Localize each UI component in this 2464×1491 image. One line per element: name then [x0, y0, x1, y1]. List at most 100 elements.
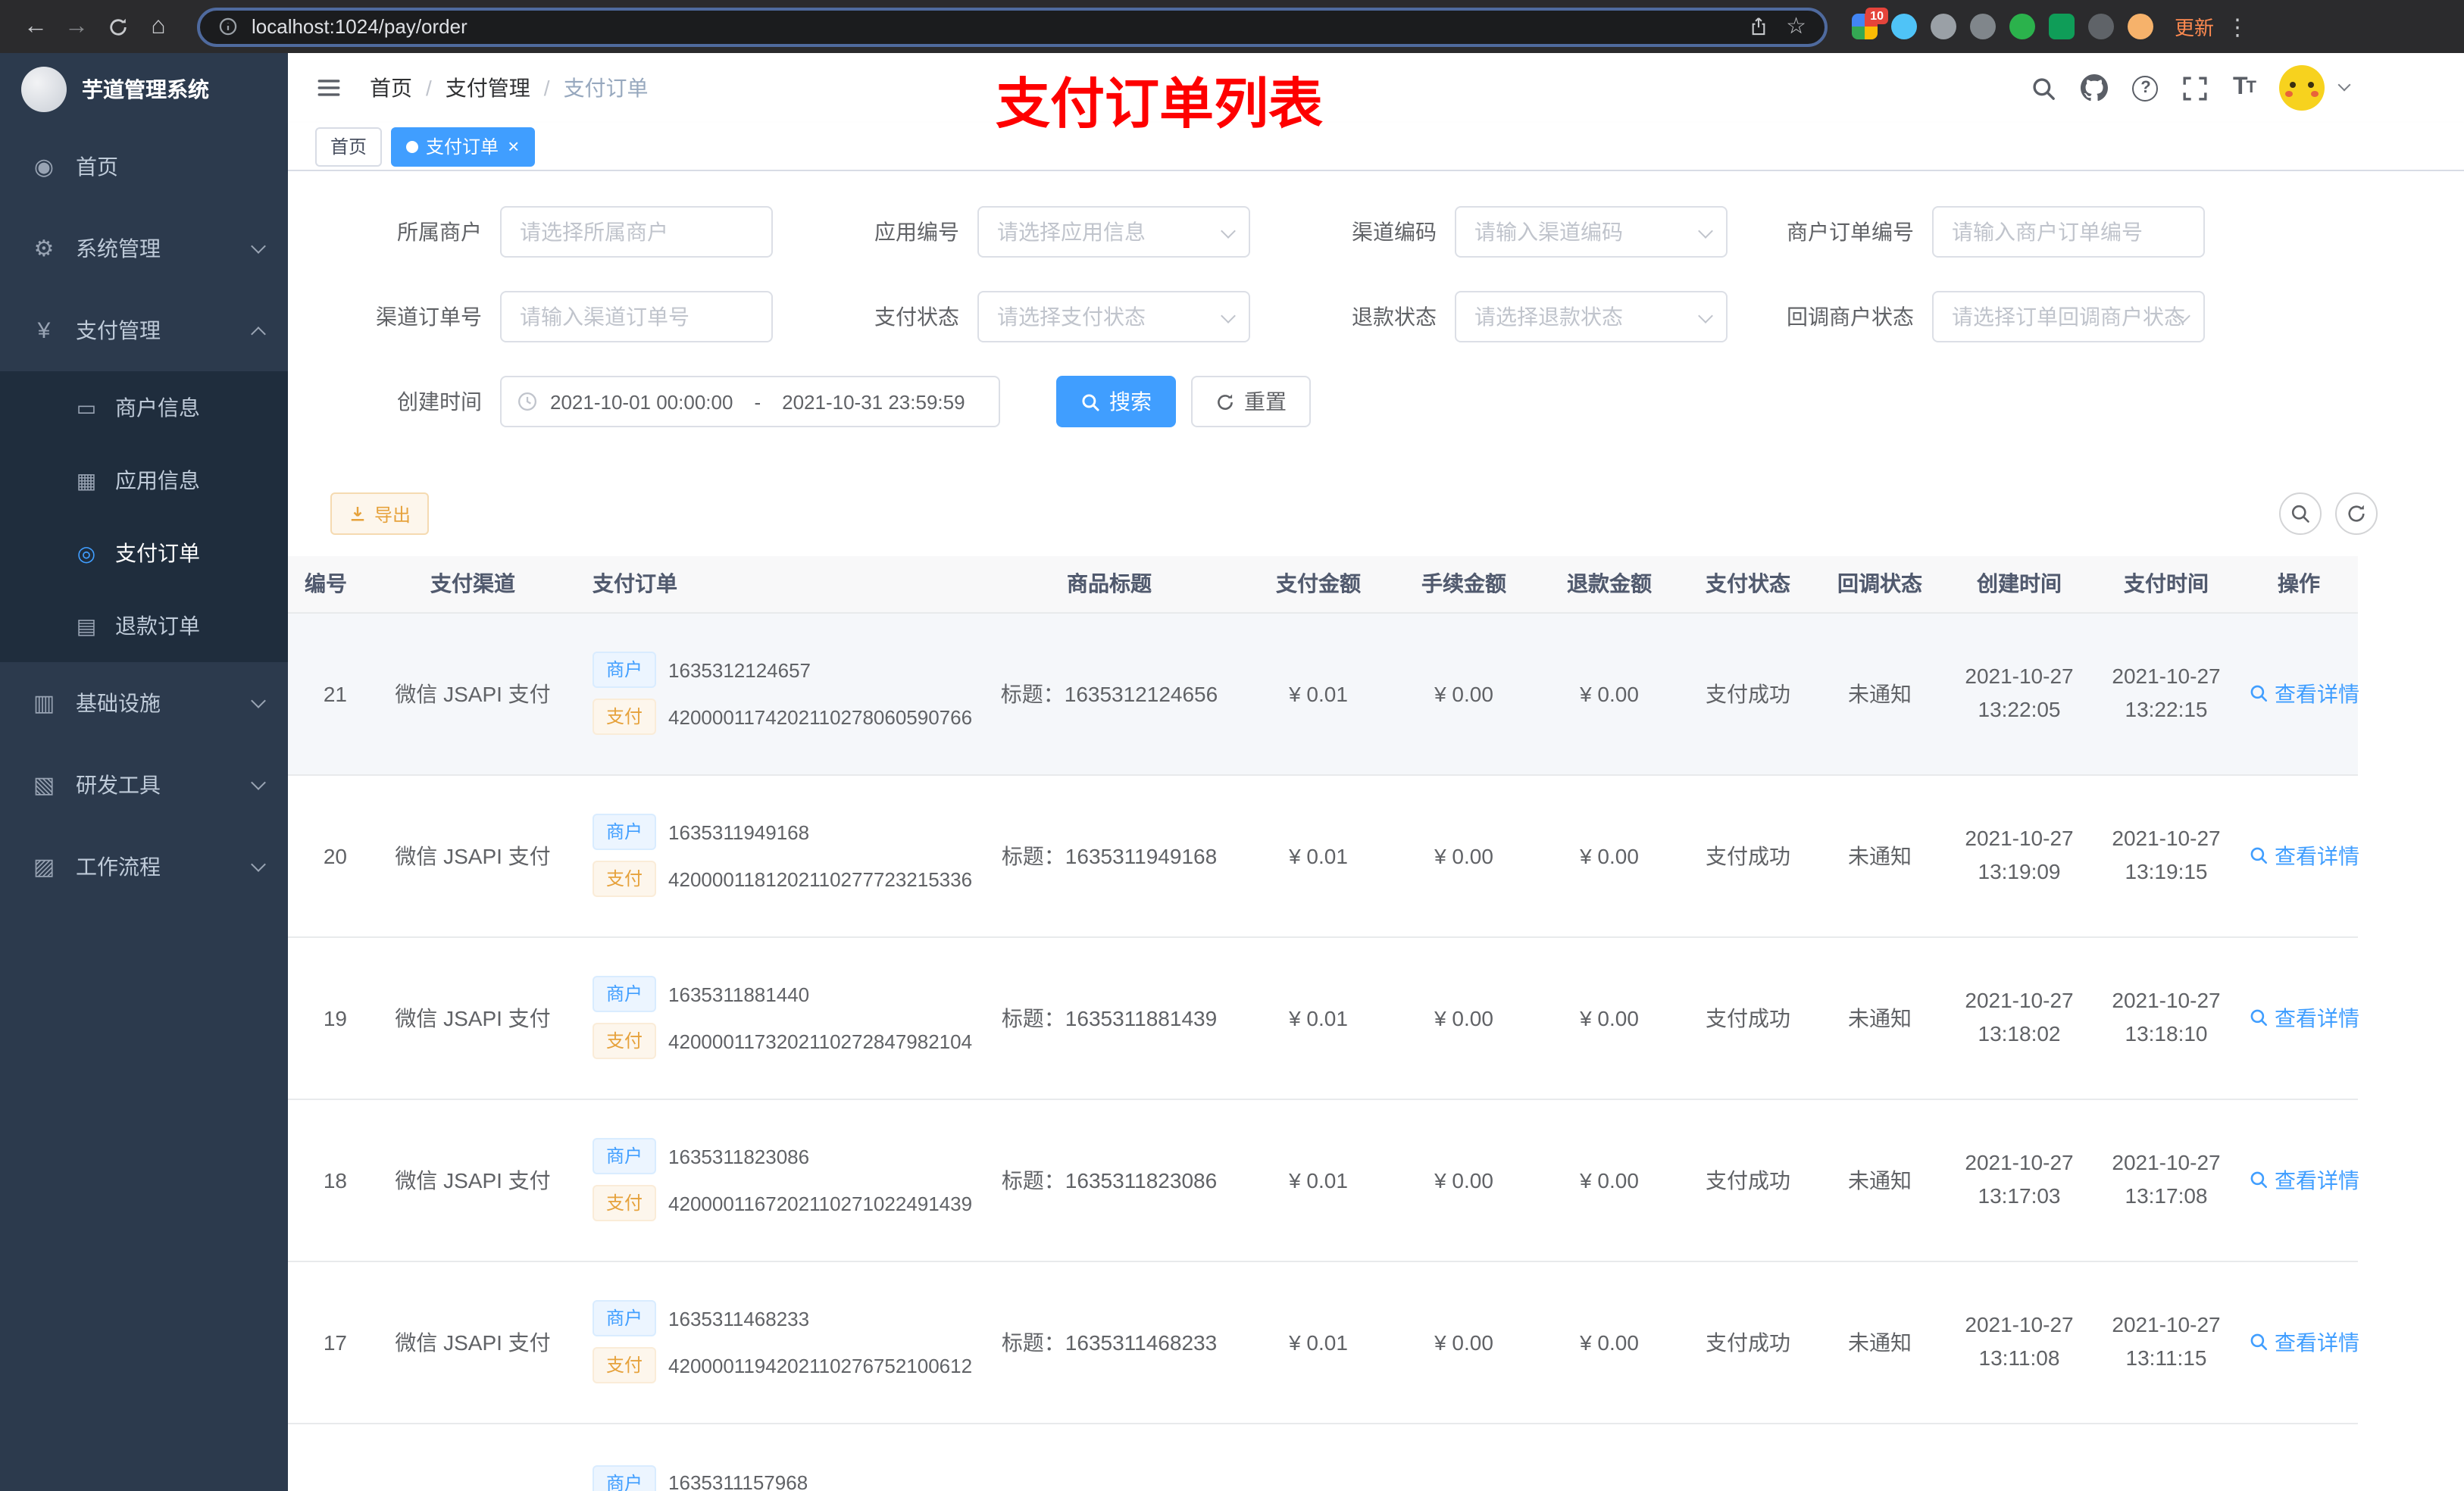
extension-icon[interactable]: 10	[1852, 8, 1888, 39]
sidebar-item-pay-order[interactable]: ◎ 支付订单	[0, 517, 288, 589]
notify-status-select[interactable]	[1932, 291, 2205, 342]
sidebar-item-workflow[interactable]: ▨ 工作流程	[0, 826, 288, 908]
table-row: 20 微信 JSAPI 支付 商户 1635311949168 支付 42000…	[288, 774, 2359, 937]
target-icon: ◎	[77, 540, 96, 564]
clock-icon	[517, 391, 538, 412]
toggle-search-button[interactable]	[2279, 492, 2322, 535]
refund-status-select[interactable]	[1455, 291, 1728, 342]
status-cell: 支付成功	[1682, 774, 1814, 937]
active-dot-icon	[406, 140, 419, 152]
share-icon[interactable]	[1748, 17, 1768, 36]
view-detail-link[interactable]: 查看详情	[2249, 1002, 2359, 1033]
github-icon[interactable]	[2081, 74, 2109, 102]
browser-menu-icon[interactable]: ⋮	[2226, 13, 2249, 40]
channel-cell: 微信 JSAPI 支付	[359, 1099, 586, 1261]
address-bar[interactable]: localhost:1024/pay/order ☆	[197, 7, 1828, 46]
extension-icon[interactable]	[1970, 14, 1996, 39]
help-icon[interactable]: ?	[2132, 75, 2159, 101]
merchant-order-no-input[interactable]	[1932, 206, 2205, 258]
action-cell: 查看详情	[2240, 1261, 2359, 1424]
amount-cell	[1246, 1423, 1391, 1491]
sidebar-item-merchant-info[interactable]: ▭ 商户信息	[0, 371, 288, 444]
title-cell: 标题：1635311823086	[973, 1099, 1246, 1261]
sidebar-item-app-info[interactable]: ▦ 应用信息	[0, 444, 288, 517]
browser-refresh-icon[interactable]	[97, 6, 138, 47]
browser-back-icon[interactable]: ←	[15, 6, 56, 47]
sidebar-item-payment[interactable]: ¥ 支付管理	[0, 289, 288, 371]
action-cell: 查看详情	[2240, 612, 2359, 775]
search-icon[interactable]	[2031, 75, 2057, 101]
view-detail-link[interactable]: 查看详情	[2249, 840, 2359, 871]
tab-pay-order[interactable]: 支付订单 ×	[391, 127, 535, 166]
pay-order-line: 支付 4200001167202110271022491439	[593, 1185, 972, 1221]
browser-home-icon[interactable]: ⌂	[138, 6, 179, 47]
sidebar-item-dev-tools[interactable]: ▧ 研发工具	[0, 744, 288, 826]
pay-tag: 支付	[593, 1347, 657, 1383]
date-range-picker[interactable]: 2021-10-01 00:00:00 - 2021-10-31 23:59:5…	[500, 376, 1000, 427]
filter-pay-status: 支付状态	[808, 291, 1250, 342]
view-detail-link[interactable]: 查看详情	[2249, 1164, 2359, 1195]
tab-close-icon[interactable]: ×	[508, 136, 519, 156]
created-time-cell: 2021-10-27 13:18:02	[1946, 936, 2093, 1099]
title-cell: 标题：1635311468233	[973, 1261, 1246, 1424]
merchant-tag: 商户	[593, 814, 657, 850]
refresh-table-button[interactable]	[2335, 492, 2378, 535]
col-channel: 支付渠道	[359, 556, 586, 613]
extension-icon[interactable]	[1891, 14, 1917, 39]
merchant-select[interactable]	[500, 206, 773, 258]
merchant-order-line: 商户 1635311468233	[593, 1300, 964, 1336]
filter-channel-code: 渠道编码	[1285, 206, 1728, 258]
extension-icon[interactable]	[2009, 14, 2035, 39]
export-button[interactable]: 导出	[330, 492, 430, 535]
search-button[interactable]: 搜索	[1056, 376, 1176, 427]
avatar-caret-icon[interactable]	[2337, 78, 2351, 92]
chevron-down-icon	[251, 239, 266, 254]
sidebar-item-home[interactable]: ◉ 首页	[0, 126, 288, 208]
app-id-select[interactable]	[977, 206, 1250, 258]
breadcrumb-payment[interactable]: 支付管理	[446, 73, 530, 103]
filter-merchant-order-no: 商户订单编号	[1762, 206, 2205, 258]
view-detail-link[interactable]: 查看详情	[2249, 1327, 2359, 1357]
extension-icon[interactable]	[2049, 14, 2075, 39]
status-cell	[1682, 1423, 1814, 1491]
chevron-down-icon	[251, 775, 266, 790]
merchant-order-line: 商户 1635312124657	[593, 652, 964, 688]
extension-icon[interactable]	[1931, 14, 1956, 39]
filter-app-id: 应用编号	[808, 206, 1250, 258]
tab-home[interactable]: 首页	[315, 127, 383, 166]
pay-status-select[interactable]	[977, 291, 1250, 342]
sidebar-item-refund-order[interactable]: ▤ 退款订单	[0, 589, 288, 662]
created-time-cell: 2021-10-27 13:22:05	[1946, 612, 2093, 775]
tools-icon: ▧	[33, 773, 55, 799]
sidebar-item-system[interactable]: ⚙ 系统管理	[0, 208, 288, 289]
grid-icon: ▦	[76, 467, 97, 492]
sidebar-item-infrastructure[interactable]: ▥ 基础设施	[0, 662, 288, 744]
amount-cell: ¥ 0.01	[1246, 1261, 1391, 1424]
extension-puzzle-icon[interactable]	[2088, 14, 2114, 39]
sidebar-toggle-icon[interactable]	[309, 68, 349, 108]
browser-forward-icon[interactable]: →	[56, 6, 97, 47]
order-id-cell: 19	[288, 936, 359, 1099]
filter-create-time: 创建时间 2021-10-01 00:00:00 - 2021-10-31 23…	[330, 376, 1000, 427]
status-cell: 支付成功	[1682, 612, 1814, 775]
pay-tag: 支付	[593, 699, 657, 735]
font-size-icon[interactable]: TT	[2233, 74, 2256, 102]
browser-update-button[interactable]: 更新	[2175, 12, 2214, 41]
extension-avatar-icon[interactable]	[2128, 14, 2153, 39]
channel-order-no-input[interactable]	[500, 291, 773, 342]
gear-icon: ⚙	[33, 236, 55, 262]
user-avatar[interactable]	[2279, 65, 2325, 111]
created-time-cell: 2021-10-27 13:17:03	[1946, 1099, 2093, 1261]
reset-button[interactable]: 重置	[1191, 376, 1311, 427]
channel-code-select[interactable]	[1455, 206, 1728, 258]
breadcrumb-home[interactable]: 首页	[370, 73, 412, 103]
notify-cell: 未通知	[1814, 612, 1946, 775]
app-logo[interactable]: 芋道管理系统	[0, 53, 288, 126]
paid-time-cell: 2021-10-27 13:22:15	[2093, 612, 2240, 775]
fullscreen-icon[interactable]	[2183, 75, 2209, 101]
site-info-icon[interactable]	[218, 17, 238, 36]
bookmark-star-icon[interactable]: ☆	[1786, 15, 1806, 38]
view-detail-link[interactable]: 查看详情	[2249, 678, 2359, 708]
merchant-order-line: 商户 1635311823086	[593, 1138, 964, 1174]
url-text[interactable]: localhost:1024/pay/order	[252, 15, 1748, 38]
